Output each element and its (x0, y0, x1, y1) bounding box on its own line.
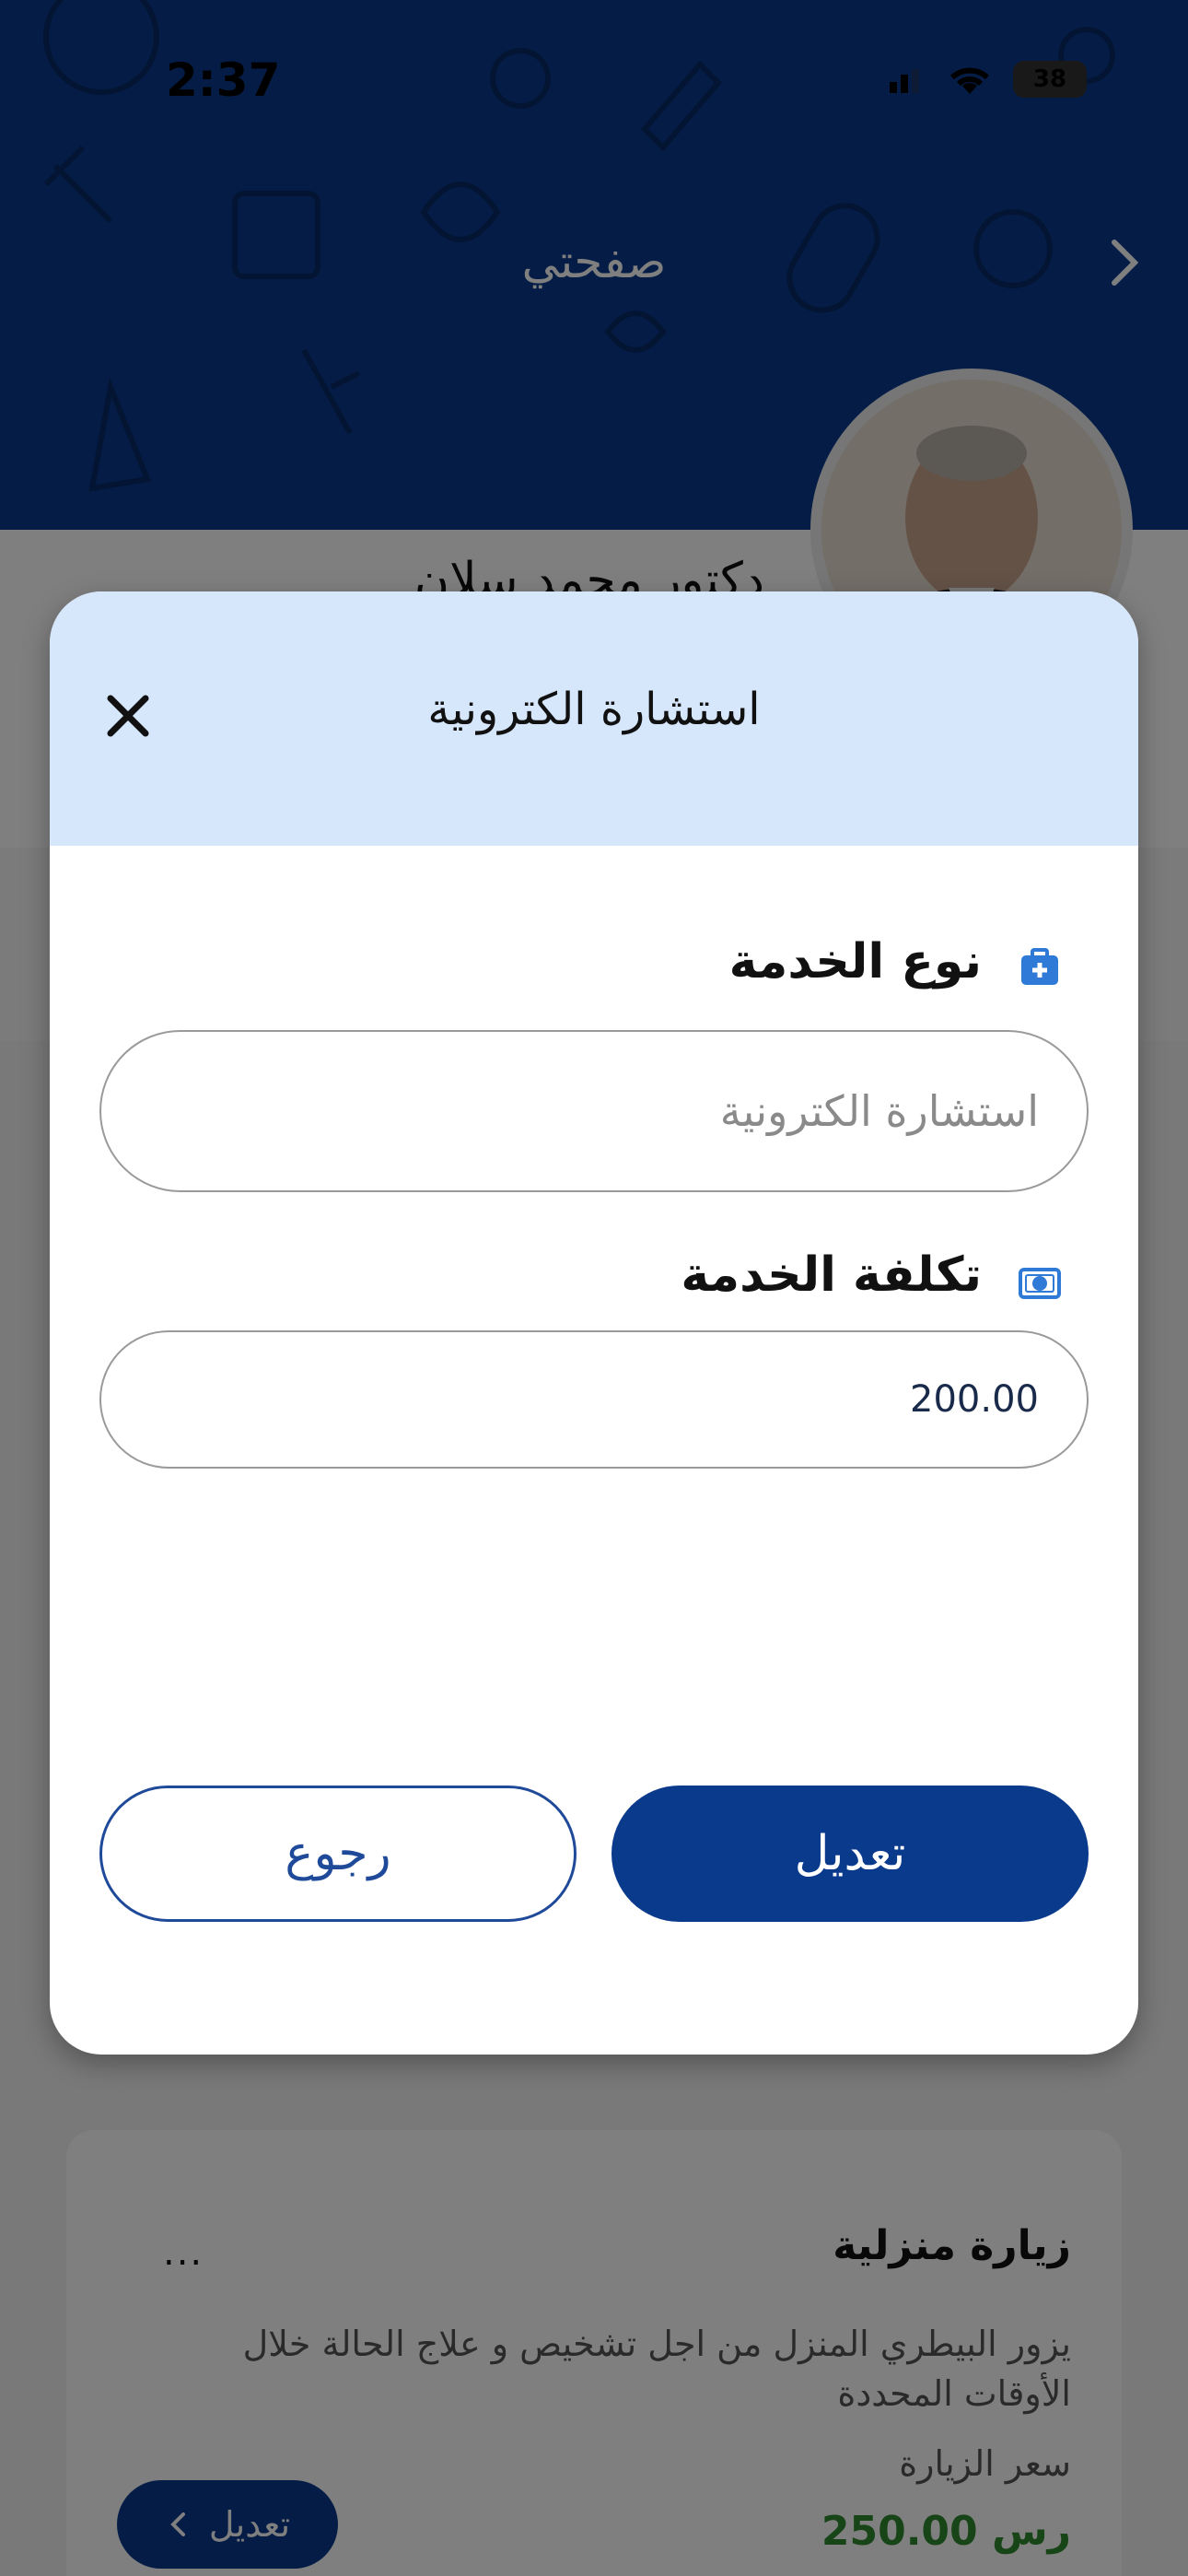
service-cost-input[interactable] (149, 1378, 1039, 1421)
edit-button[interactable]: تعديل (611, 1786, 1089, 1922)
modal-header: استشارة الكترونية (50, 591, 1138, 846)
back-button[interactable]: رجوع (99, 1786, 577, 1922)
money-icon (1019, 1268, 1061, 1299)
modal-title: استشارة الكترونية (427, 684, 761, 735)
medical-kit-icon (1021, 948, 1058, 985)
service-type-field[interactable] (99, 1030, 1089, 1192)
close-icon (107, 695, 149, 737)
close-button[interactable] (87, 674, 169, 757)
service-type-label: نوع الخدمة (728, 934, 982, 989)
service-type-input[interactable] (149, 1086, 1039, 1136)
edit-service-modal: استشارة الكترونية نوع الخدمة تكلفة الخدم… (50, 591, 1138, 2055)
service-cost-field[interactable] (99, 1330, 1089, 1469)
service-cost-label: تكلفة الخدمة (681, 1247, 982, 1303)
